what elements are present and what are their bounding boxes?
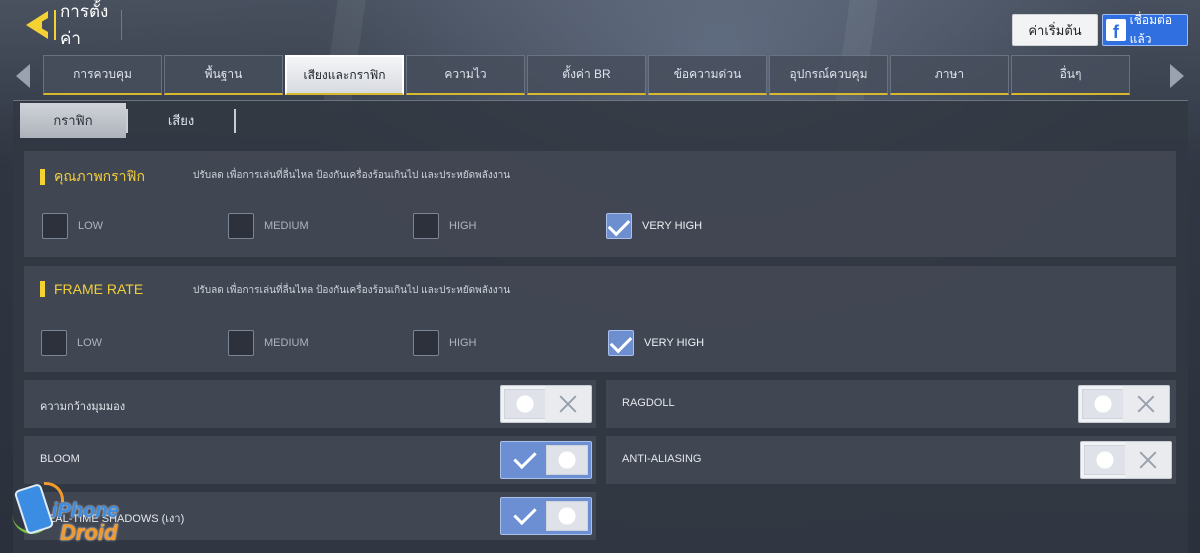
framerate-option-high[interactable]: HIGH [413,330,477,356]
subtab-graphics[interactable]: กราฟิก [20,103,126,138]
toggle-off-half [1123,386,1169,422]
checkbox-checked[interactable] [608,330,634,356]
framerate-option-low[interactable]: LOW [41,330,102,356]
toggle-knob [1082,389,1124,419]
tab-other[interactable]: อื่นๆ [1011,55,1130,95]
checkbox[interactable] [228,213,254,239]
bloom-toggle[interactable] [500,441,592,479]
frame-rate-description: ปรับลด เพื่อการเล่นที่ลื่นไหล ป้องกันเคร… [193,285,511,296]
framerate-option-very-high[interactable]: VERY HIGH [608,330,704,356]
toggle-label: BLOOM [40,453,80,465]
toggle-row-ragdoll: RAGDOLL [606,380,1176,428]
ragdoll-toggle[interactable] [1078,385,1170,423]
section-marker [40,281,45,297]
toggle-on-half [501,498,547,534]
frame-rate-header: FRAME RATE [40,281,143,297]
close-icon [557,393,579,415]
graphics-option-very-high[interactable]: VERY HIGH [606,213,702,239]
option-label: HIGH [449,337,477,349]
toggle-off-half [545,386,591,422]
option-label: VERY HIGH [642,220,703,232]
toggle-knob [546,501,588,531]
watermark-logo: iPhone Droid [10,482,140,548]
toggle-label: ความกว้างมุมมอง [40,401,126,413]
check-icon [512,504,536,528]
tab-quick-messages[interactable]: ข้อความด่วน [648,55,767,95]
graphics-option-high[interactable]: HIGH [413,213,477,239]
option-label: MEDIUM [264,337,309,349]
fov-toggle[interactable] [500,385,592,423]
toggle-knob [504,389,546,419]
back-button[interactable]: การตั้งค่า [22,2,122,48]
subtab-divider [234,109,236,133]
toggle-knob [1084,445,1126,475]
option-label: LOW [78,220,104,232]
subtab-bar: กราฟิก เสียง [20,103,236,138]
option-label: MEDIUM [264,220,309,232]
anti-aliasing-toggle[interactable] [1080,441,1172,479]
checkbox[interactable] [228,330,254,356]
tab-controls[interactable]: การควบคุม [43,55,162,95]
graphics-quality-header: คุณภาพกราฟิก [40,166,145,188]
checkbox[interactable] [42,213,68,239]
checkbox[interactable] [41,330,67,356]
graphics-option-medium[interactable]: MEDIUM [228,213,309,239]
checkbox-checked[interactable] [606,213,632,239]
tab-basic[interactable]: พื้นฐาน [164,55,283,95]
graphics-quality-title: คุณภาพกราฟิก [54,168,145,184]
facebook-icon: f [1106,19,1126,41]
toggle-off-half [1125,442,1171,478]
checkbox[interactable] [413,330,439,356]
frame-rate-title: FRAME RATE [54,281,144,297]
watermark-text: Droid [60,520,118,545]
tab-scroll-left-icon[interactable] [14,62,32,90]
close-icon [1135,393,1157,415]
frame-rate-section: FRAME RATE ปรับลด เพื่อการเล่นที่ลื่นไหล… [24,266,1176,372]
toggle-row-anti-aliasing: ANTI-ALIASING [606,436,1176,484]
toggle-on-half [501,442,547,478]
toggle-label: ANTI-ALIASING [622,453,702,465]
toggle-row-fov: ความกว้างมุมมอง [24,380,596,428]
option-label: HIGH [449,220,477,232]
facebook-connect-button[interactable]: f เชื่อมต่อแล้ว [1102,13,1188,46]
page-title: การตั้งค่า [54,2,122,48]
tab-language[interactable]: ภาษา [890,55,1009,95]
toggle-row-bloom: BLOOM [24,436,596,484]
back-arrow-icon [22,8,52,42]
toggle-knob [546,445,588,475]
framerate-option-medium[interactable]: MEDIUM [228,330,309,356]
option-label: VERY HIGH [644,337,705,349]
graphics-quality-section: คุณภาพกราฟิก ปรับลด เพื่อการเล่นที่ลื่นไ… [24,151,1176,257]
tab-bar: การควบคุม พื้นฐาน เสียงและกราฟิก ความไว … [43,55,1131,95]
graphics-quality-description: ปรับลด เพื่อการเล่นที่ลื่นไหล ป้องกันเคร… [193,170,511,181]
option-label: LOW [77,337,103,349]
checkbox[interactable] [413,213,439,239]
subtab-audio[interactable]: เสียง [128,103,234,138]
close-icon [1137,449,1159,471]
wifi-icon [44,482,64,502]
facebook-connect-label: เชื่อมต่อแล้ว [1129,13,1173,46]
shadows-toggle[interactable] [500,497,592,535]
tab-controller[interactable]: อุปกรณ์ควบคุม [769,55,888,95]
tab-audio-graphics[interactable]: เสียงและกราฟิก [285,55,404,95]
tab-br-settings[interactable]: ตั้งค่า BR [527,55,646,95]
reset-defaults-button[interactable]: ค่าเริ่มต้น [1012,14,1098,46]
check-icon [512,448,536,472]
toggle-label: RAGDOLL [622,397,675,409]
section-marker [40,169,45,185]
tab-scroll-right-icon[interactable] [1168,62,1186,90]
tab-sensitivity[interactable]: ความไว [406,55,525,95]
graphics-option-low[interactable]: LOW [42,213,103,239]
